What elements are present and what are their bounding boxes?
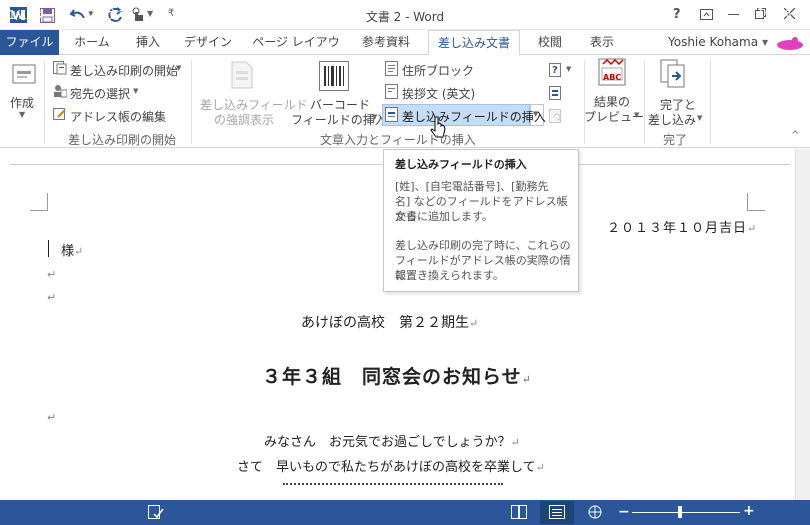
tooltip-title: 差し込みフィールドの挿入 bbox=[395, 158, 527, 171]
preview-dropdown-icon[interactable]: ▼ bbox=[634, 111, 639, 119]
document-heading: ３年３組 同窓会のお知らせ↵ bbox=[262, 366, 532, 388]
highlight-fields-icon[interactable] bbox=[230, 61, 254, 89]
print-layout-icon[interactable] bbox=[549, 505, 565, 519]
margin-mark-top-right bbox=[747, 193, 765, 211]
help-button[interactable]: ? bbox=[673, 7, 681, 22]
tooltip-line: [姓]、[自宅電話番号]、[勤務先 bbox=[395, 180, 549, 193]
collapse-ribbon-icon[interactable]: ^ bbox=[791, 130, 799, 141]
user-name[interactable]: Yoshie Kohama bbox=[668, 35, 758, 49]
status-language[interactable]: 日本語 bbox=[179, 6, 215, 23]
group-label-start-mail-merge: 差し込み印刷の開始 bbox=[68, 133, 177, 147]
status-words[interactable]: 326 文字 bbox=[80, 6, 131, 23]
finish-merge-line2[interactable]: 差し込み bbox=[648, 111, 696, 128]
tab-view[interactable]: 表示 bbox=[584, 30, 620, 55]
document-body-line2: さて 早いもので私たちがあけぼの高校を卒業して↵ bbox=[237, 460, 545, 475]
user-dropdown-icon[interactable]: ▼ bbox=[762, 38, 768, 47]
proofing-icon[interactable] bbox=[148, 505, 164, 520]
tooltip-line: 文書に追加します。 bbox=[395, 210, 493, 223]
finish-merge-icon[interactable] bbox=[660, 59, 686, 89]
start-mail-merge-button[interactable]: 差し込み印刷の開始 bbox=[70, 62, 178, 79]
create-icon[interactable] bbox=[12, 62, 36, 86]
group-label-write-insert-fields: 文章入力とフィールドの挿入 bbox=[320, 133, 476, 147]
tab-insert[interactable]: 挿入 bbox=[126, 30, 170, 55]
zoom-out-button[interactable]: − bbox=[618, 504, 630, 520]
start-mail-merge-icon[interactable] bbox=[53, 61, 67, 75]
read-mode-icon[interactable] bbox=[511, 505, 527, 519]
paragraph-mark: ↵ bbox=[47, 268, 57, 281]
group-label-finish: 完了 bbox=[663, 133, 688, 147]
svg-text:?: ? bbox=[552, 65, 558, 76]
edit-address-list-icon[interactable] bbox=[53, 107, 67, 121]
tab-mailings[interactable]: 差し込み文書 bbox=[428, 30, 520, 56]
document-next-line-partial bbox=[283, 483, 503, 488]
update-labels-icon[interactable] bbox=[549, 107, 563, 123]
separator bbox=[710, 60, 711, 144]
paragraph-mark: ↵ bbox=[47, 291, 57, 304]
zoom-level[interactable]: 100% bbox=[757, 6, 791, 20]
tab-page-layout[interactable]: ページ レイアウト bbox=[250, 30, 342, 73]
document-salutation: 様↵ bbox=[61, 244, 84, 259]
create-button[interactable]: 作成 bbox=[10, 94, 34, 111]
document-date: ２０１３年１０月吉日↵ bbox=[607, 221, 758, 236]
paragraph-mark: ↵ bbox=[47, 411, 57, 424]
create-dropdown-icon[interactable]: ▼ bbox=[19, 110, 25, 119]
tooltip-line: に置き換えられます。 bbox=[395, 269, 504, 282]
separator bbox=[44, 60, 45, 144]
separator bbox=[191, 60, 192, 144]
tooltip-line: 差し込み印刷の完了時に、これらの bbox=[395, 239, 571, 252]
document-school: あけぼの高校 第２２期生↵ bbox=[301, 315, 479, 331]
rules-dropdown-icon[interactable]: ▼ bbox=[566, 65, 571, 73]
status-page[interactable]: 1/1 ページ bbox=[8, 6, 67, 23]
edit-address-list-button[interactable]: アドレス帳の編集 bbox=[70, 108, 166, 125]
insert-merge-field-icon[interactable] bbox=[385, 107, 398, 122]
start-mail-merge-dropdown-icon[interactable]: ▼ bbox=[176, 64, 181, 72]
zoom-in-button[interactable]: + bbox=[743, 503, 755, 519]
select-recipients-icon[interactable] bbox=[53, 84, 67, 98]
barcode-icon[interactable] bbox=[319, 61, 349, 91]
finish-merge-dropdown-icon[interactable]: ▼ bbox=[697, 114, 702, 122]
highlight-fields-line2[interactable]: の強調表示 bbox=[214, 111, 274, 128]
vertical-scrollbar[interactable] bbox=[795, 149, 810, 500]
avatar[interactable] bbox=[775, 35, 805, 51]
address-block-icon[interactable] bbox=[385, 61, 398, 76]
text-cursor bbox=[48, 240, 49, 257]
barcode-dropdown-icon[interactable]: ▼ bbox=[372, 113, 377, 121]
web-layout-icon[interactable] bbox=[587, 505, 603, 519]
tab-file[interactable]: ファイル bbox=[0, 30, 59, 55]
minimize-icon[interactable] bbox=[728, 14, 739, 16]
zoom-slider-thumb[interactable] bbox=[678, 506, 682, 518]
address-block-button[interactable]: 住所ブロック bbox=[402, 62, 474, 79]
ribbon-display-icon[interactable] bbox=[700, 9, 713, 20]
insert-merge-field-label: 差し込みフィールドの挿入 bbox=[402, 110, 546, 124]
margin-mark-top-left bbox=[30, 193, 48, 211]
separator bbox=[644, 60, 645, 144]
greeting-line-button[interactable]: 挨拶文 (英文) bbox=[402, 85, 475, 102]
select-recipients-dropdown-icon[interactable]: ▼ bbox=[133, 87, 138, 95]
preview-abc-label: ABC bbox=[603, 73, 622, 82]
tab-home[interactable]: ホーム bbox=[64, 30, 120, 55]
tab-review[interactable]: 校閲 bbox=[530, 30, 570, 55]
document-body-line1: みなさん お元気でお過ごしでしょうか？↵ bbox=[264, 435, 520, 450]
greeting-line-icon[interactable] bbox=[385, 84, 398, 99]
rules-icon[interactable]: ? bbox=[549, 61, 563, 77]
tab-references[interactable]: 参考資料 bbox=[356, 30, 416, 55]
tooltip: 差し込みフィールドの挿入 [姓]、[自宅電話番号]、[勤務先 名] などのフィー… bbox=[383, 149, 579, 292]
match-fields-icon[interactable] bbox=[549, 84, 563, 100]
tab-design[interactable]: デザイン bbox=[178, 30, 238, 55]
select-recipients-button[interactable]: 宛先の選択 bbox=[70, 85, 130, 102]
separator bbox=[584, 60, 585, 144]
zoom-slider[interactable] bbox=[632, 512, 740, 513]
